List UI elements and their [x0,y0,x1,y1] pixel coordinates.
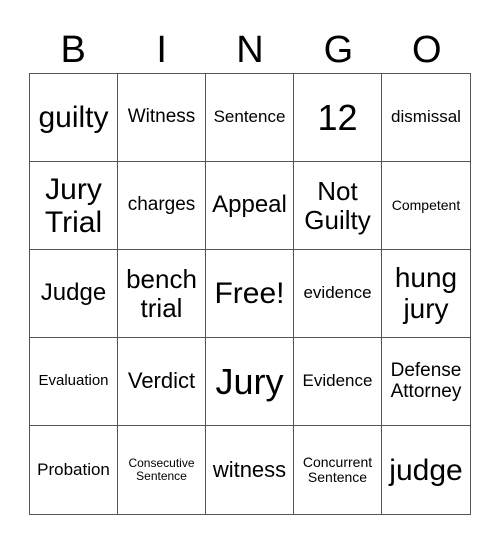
bingo-cell[interactable]: charges [118,162,206,250]
bingo-cell[interactable]: Jury Trial [30,162,118,250]
bingo-cell[interactable]: judge [382,426,470,514]
bingo-cell[interactable]: Competent [382,162,470,250]
header-letter-i: I [156,29,167,71]
bingo-cell[interactable]: evidence [294,250,382,338]
header-letter-b: B [60,29,86,71]
bingo-cell[interactable]: guilty [30,74,118,162]
bingo-cell[interactable]: 12 [294,74,382,162]
bingo-cell[interactable]: bench trial [118,250,206,338]
bingo-cell[interactable]: Sentence [206,74,294,162]
bingo-cell[interactable]: Appeal [206,162,294,250]
bingo-cell[interactable]: Defense Attorney [382,338,470,426]
header-letter-n: N [236,29,264,71]
bingo-cell[interactable]: Probation [30,426,118,514]
header-letter-g: G [323,29,354,71]
bingo-cell[interactable]: Jury [206,338,294,426]
bingo-cell[interactable]: hung jury [382,250,470,338]
bingo-cell[interactable]: Not Guilty [294,162,382,250]
header-letter-o: O [412,29,442,71]
bingo-cell[interactable]: Consecutive Sentence [118,426,206,514]
bingo-cell[interactable]: Judge [30,250,118,338]
bingo-cell[interactable]: Evaluation [30,338,118,426]
bingo-cell[interactable]: Evidence [294,338,382,426]
free-space-cell[interactable]: Free! [206,250,294,338]
bingo-header: B I N G O [29,28,471,73]
bingo-cell[interactable]: Witness [118,74,206,162]
bingo-cell[interactable]: Concurrent Sentence [294,426,382,514]
bingo-cell[interactable]: dismissal [382,74,470,162]
bingo-cell[interactable]: witness [206,426,294,514]
bingo-card-grid: guilty Witness Sentence 12 dismissal Jury Tri… [29,73,471,515]
bingo-cell[interactable]: Verdict [118,338,206,426]
